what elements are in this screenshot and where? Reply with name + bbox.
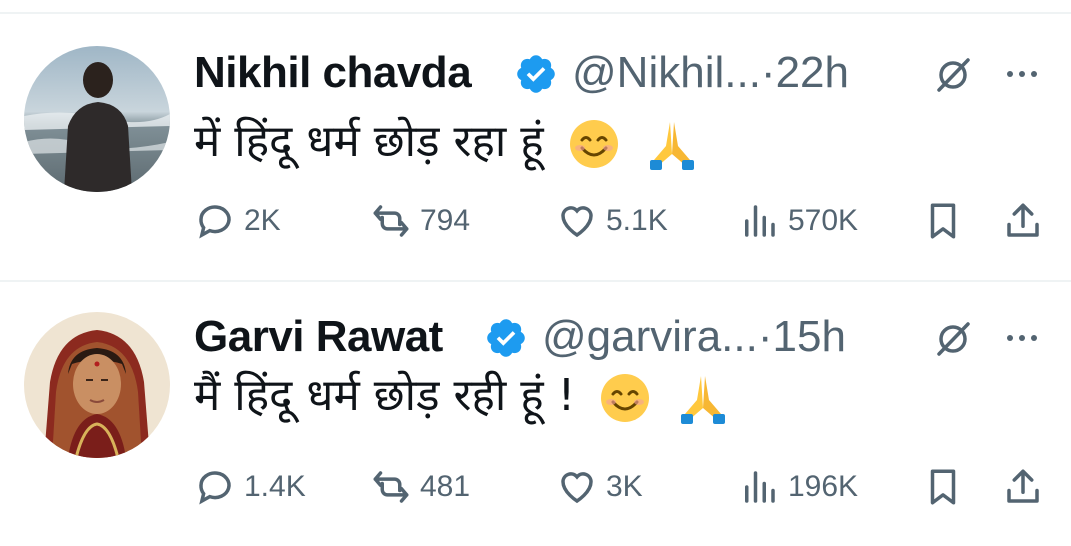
verified-badge-icon — [487, 319, 525, 357]
folded-hands-icon — [681, 376, 726, 424]
more-icon[interactable] — [1002, 54, 1042, 94]
repost-button[interactable]: 481 — [370, 462, 470, 512]
like-icon — [561, 206, 593, 238]
views-button[interactable]: 196K — [738, 462, 858, 512]
reply-button[interactable]: 1.4K — [194, 462, 306, 512]
like-button[interactable]: 3K — [556, 462, 643, 512]
bookmark-icon — [930, 203, 956, 239]
tweet-header: Garvi Rawat @garvira...·15h — [194, 308, 1054, 368]
action-bar: 2K 794 5.1K 570K — [194, 196, 1054, 246]
repost-icon — [373, 205, 409, 237]
views-icon — [745, 205, 775, 237]
share-icon — [1007, 203, 1039, 237]
share-icon — [1007, 469, 1039, 503]
bookmark-button[interactable] — [922, 462, 964, 512]
repost-count: 794 — [420, 204, 471, 237]
handle-and-time[interactable]: @garvira...·15h — [542, 312, 846, 362]
tweet-text: मैं हिंदू धर्म छोड़ रही हूं ! — [194, 366, 731, 426]
like-count: 3K — [606, 470, 643, 503]
grok-icon[interactable] — [934, 54, 974, 94]
views-button[interactable]: 570K — [738, 196, 858, 246]
like-button[interactable]: 5.1K — [556, 196, 668, 246]
views-count: 570K — [788, 204, 859, 237]
smiling-face-icon — [601, 374, 650, 422]
bookmark-icon — [930, 469, 956, 505]
share-button[interactable] — [1002, 196, 1044, 246]
views-count: 196K — [788, 470, 859, 503]
views-icon — [745, 471, 775, 503]
handle-and-time[interactable]: @Nikhil...·22h — [572, 48, 849, 98]
reply-icon — [199, 471, 231, 505]
avatar[interactable] — [24, 46, 170, 192]
more-icon[interactable] — [1002, 318, 1042, 358]
bookmark-button[interactable] — [922, 196, 964, 246]
action-bar: 1.4K 481 3K 196K — [194, 462, 1054, 512]
repost-button[interactable]: 794 — [370, 196, 470, 246]
repost-count: 481 — [420, 470, 471, 503]
reply-icon — [199, 205, 231, 239]
reply-button[interactable]: 2K — [194, 196, 281, 246]
reply-count: 1.4K — [244, 470, 306, 503]
repost-icon — [373, 471, 409, 503]
display-name[interactable]: Nikhil chavda — [194, 48, 472, 98]
tweet[interactable]: Nikhil chavda @Nikhil...·22h में हिंदू ध… — [0, 14, 1071, 280]
folded-hands-icon — [649, 122, 694, 170]
like-count: 5.1K — [606, 204, 668, 237]
verified-badge-icon — [517, 55, 555, 93]
display-name[interactable]: Garvi Rawat — [194, 312, 443, 362]
tweet-header: Nikhil chavda @Nikhil...·22h — [194, 44, 1054, 104]
grok-icon[interactable] — [934, 318, 974, 358]
like-icon — [561, 472, 593, 504]
smiling-face-icon — [569, 120, 618, 168]
tweet[interactable]: Garvi Rawat @garvira...·15h मैं हिंदू धर… — [0, 282, 1071, 546]
avatar[interactable] — [24, 312, 170, 458]
tweet-text: में हिंदू धर्म छोड़ रहा हूं — [194, 112, 700, 172]
reply-count: 2K — [244, 204, 281, 237]
share-button[interactable] — [1002, 462, 1044, 512]
